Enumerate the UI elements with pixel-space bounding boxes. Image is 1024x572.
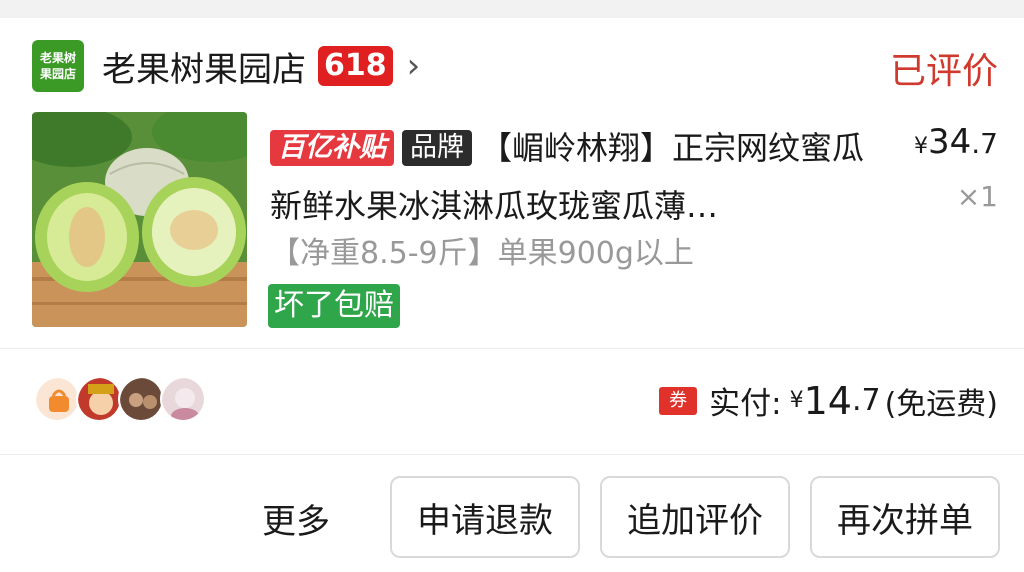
product-price: ¥34.7 xyxy=(914,122,998,162)
paid-label: 实付: xyxy=(709,386,782,422)
avatar xyxy=(34,376,80,422)
paid-integer: 14 xyxy=(803,378,852,423)
shipping-note: (免运费) xyxy=(884,386,998,422)
rebuy-button[interactable]: 再次拼单 xyxy=(810,476,1000,558)
divider xyxy=(0,348,1024,349)
refund-button[interactable]: 申请退款 xyxy=(390,476,580,558)
store-logo-line2: 果园店 xyxy=(39,67,76,81)
order-status: 已评价 xyxy=(889,51,998,92)
group-avatars[interactable] xyxy=(34,376,206,422)
store-logo-line1: 老果树 xyxy=(39,51,76,65)
order-card: 老果树 果园店 老果树果园店 618 › 已评价 百亿补贴 品牌 【嵋岭林翔】正宗网… xyxy=(0,18,1024,572)
price-decimal: .7 xyxy=(971,127,998,160)
promo-618-badge: 618 xyxy=(318,46,393,86)
paid-amount: 券 实付: ¥ 14 .7 (免运费) xyxy=(659,378,998,423)
add-review-button[interactable]: 追加评价 xyxy=(600,476,790,558)
paid-currency: ¥ xyxy=(789,388,804,413)
chevron-right-icon[interactable]: › xyxy=(407,46,421,86)
paid-decimal: .7 xyxy=(851,383,881,418)
more-button[interactable]: 更多 xyxy=(262,494,330,543)
price-currency: ¥ xyxy=(914,134,929,159)
product-title[interactable]: 百亿补贴 品牌 【嵋岭林翔】正宗网纹蜜瓜新鲜水果冰淇淋瓜玫珑蜜瓜薄… xyxy=(270,118,870,234)
brand-tag: 品牌 xyxy=(402,130,472,166)
subsidy-tag: 百亿补贴 xyxy=(270,130,394,166)
guarantee-badge: 坏了包赔 xyxy=(268,284,400,328)
store-header[interactable]: 老果树 果园店 老果树果园店 618 › xyxy=(32,38,420,94)
coupon-icon: 券 xyxy=(659,386,698,415)
avatar xyxy=(118,376,164,422)
price-integer: 34 xyxy=(928,122,972,162)
avatar xyxy=(76,376,122,422)
divider xyxy=(0,454,1024,455)
melon-image xyxy=(32,112,247,327)
product-quantity: ×1 xyxy=(956,180,998,213)
avatar xyxy=(160,376,206,422)
product-image[interactable] xyxy=(32,112,247,327)
product-spec: 【净重8.5-9斤】单果900g以上 xyxy=(270,236,694,271)
store-name[interactable]: 老果树果园店 xyxy=(102,42,306,91)
store-logo: 老果树 果园店 xyxy=(32,40,84,92)
